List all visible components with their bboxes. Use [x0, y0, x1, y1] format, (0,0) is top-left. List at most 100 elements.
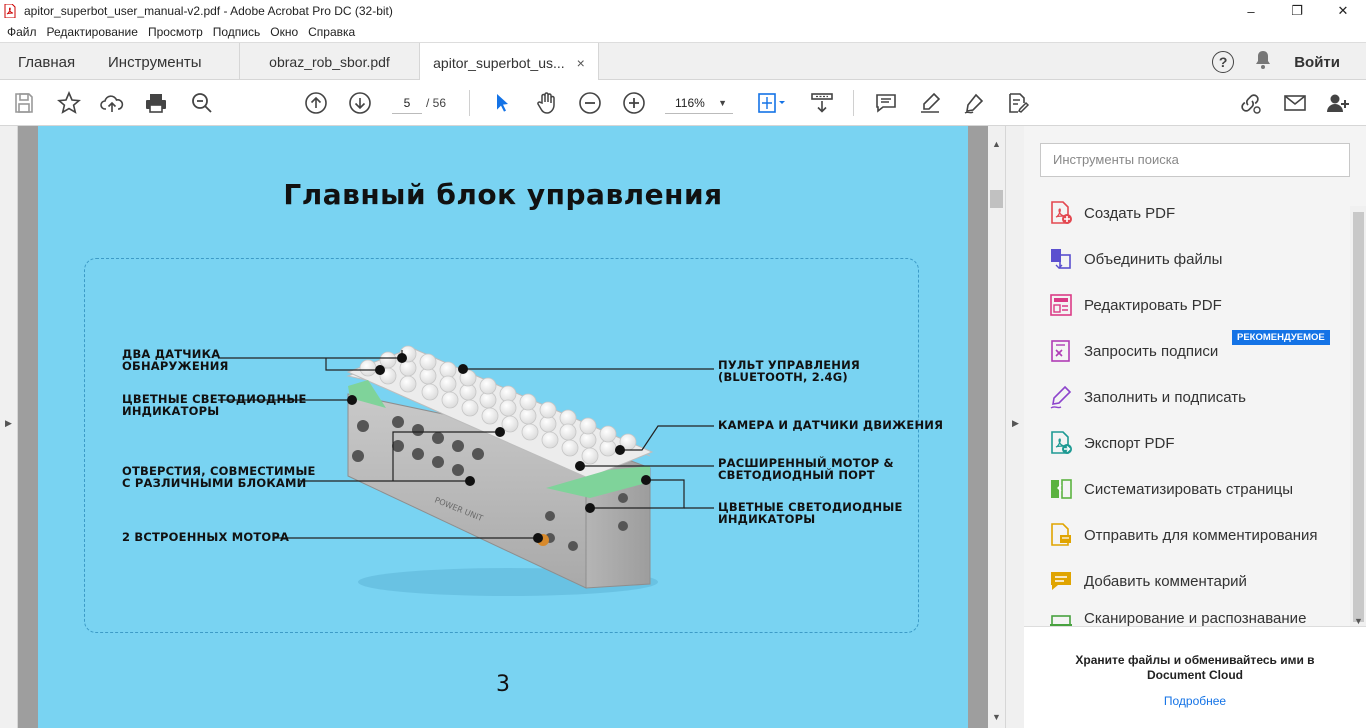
highlight-pen-icon[interactable] [918, 91, 942, 115]
window-title: apitor_superbot_user_manual-v2.pdf - Ado… [24, 4, 393, 18]
comment-icon[interactable] [874, 91, 898, 115]
tab-document-1[interactable]: obraz_rob_sbor.pdf [239, 43, 419, 81]
toolbar-divider [469, 90, 470, 116]
create-pdf-icon [1048, 200, 1074, 226]
tool-label: Объединить файлы [1084, 250, 1223, 268]
bookmark-star-icon[interactable] [57, 90, 81, 115]
tool-scan-ocr[interactable]: Сканирование и распознавание [1048, 612, 1306, 626]
zoom-level-value: 116% [675, 96, 705, 110]
page-number: 3 [496, 672, 510, 697]
scroll-mode-icon[interactable] [810, 91, 834, 115]
tabs-bar: Главная Инструменты obraz_rob_sbor.pdf a… [0, 42, 1366, 82]
menu-window[interactable]: Окно [265, 25, 303, 39]
expand-left-icon[interactable]: ▶ [5, 418, 12, 429]
upload-cloud-icon[interactable] [100, 91, 124, 115]
close-window-button[interactable]: ✕ [1320, 0, 1366, 22]
tool-create-pdf[interactable]: Создать PDF [1048, 198, 1175, 228]
collapse-right-icon[interactable]: ▶ [1012, 418, 1019, 429]
label-color-leds-left: Цветные светодиодные индикаторы [122, 392, 307, 418]
zoom-in-icon[interactable] [622, 91, 646, 115]
combine-files-icon [1048, 246, 1074, 272]
tool-export-pdf[interactable]: Экспорт PDF [1048, 428, 1175, 458]
select-cursor-icon[interactable] [490, 91, 514, 115]
left-panel-toggle[interactable]: ▶ [0, 126, 18, 728]
tool-label: Создать PDF [1084, 204, 1176, 222]
email-envelope-icon[interactable] [1283, 91, 1307, 115]
add-user-icon[interactable] [1326, 91, 1350, 115]
tab-document-2[interactable]: apitor_superbot_us... × [419, 43, 599, 82]
zoom-out-icon[interactable] [578, 91, 602, 115]
tool-request-signatures[interactable]: Запросить подписи [1048, 336, 1218, 366]
menu-help[interactable]: Справка [303, 25, 360, 39]
promo-text: Храните файлы и обменивайтесь ими в Docu… [1075, 653, 1315, 682]
right-panel-toggle[interactable]: ▶ [1005, 126, 1024, 728]
pdf-page: Главный блок управления POWER UNIT ДВА Д… [38, 126, 968, 728]
tool-combine-files[interactable]: Объединить файлы [1048, 244, 1222, 274]
tool-add-comment[interactable]: Добавить комментарий [1048, 566, 1247, 596]
sign-in-button[interactable]: Войти [1294, 54, 1340, 71]
print-icon[interactable] [144, 91, 168, 115]
tab-document-2-label: apitor_superbot_us... [433, 54, 565, 71]
tool-send-for-comments[interactable]: Отправить для комментирования [1048, 520, 1318, 550]
tab-home[interactable]: Главная [18, 43, 75, 81]
edit-pdf-icon [1048, 292, 1074, 318]
menu-edit[interactable]: Редактирование [42, 25, 143, 39]
request-signatures-icon [1048, 338, 1074, 364]
learn-more-link[interactable]: Подробнее [1024, 694, 1366, 708]
zoom-search-icon[interactable] [190, 91, 214, 115]
label-built-in-motors: 2 встроенных мотора [122, 530, 290, 544]
tools-scroll-down-icon[interactable]: ▼ [1354, 616, 1363, 626]
scrollbar-thumb[interactable] [990, 190, 1003, 208]
scroll-up-icon[interactable]: ▲ [992, 139, 1001, 149]
menu-bar: Файл Редактирование Просмотр Подпись Окн… [0, 22, 1366, 42]
fit-page-icon[interactable] [756, 91, 788, 115]
save-icon[interactable] [12, 91, 36, 115]
next-page-icon[interactable] [348, 91, 372, 115]
menu-sign[interactable]: Подпись [208, 25, 266, 39]
document-cloud-promo: Храните файлы и обменивайтесь ими в Docu… [1024, 626, 1366, 728]
menu-file[interactable]: Файл [0, 25, 42, 39]
label-remote-control: Пульт управления (Bluetooth, 2.4G) [718, 358, 860, 384]
previous-page-icon[interactable] [304, 91, 328, 115]
menu-view[interactable]: Просмотр [143, 25, 208, 39]
tab-tools[interactable]: Инструменты [108, 43, 202, 81]
notifications-bell-icon[interactable] [1254, 50, 1272, 75]
document-scrollbar[interactable]: ▲ ▼ [988, 126, 1005, 728]
label-color-leds-right: Цветные светодиодные индикаторы [718, 500, 903, 526]
export-pdf-icon [1048, 430, 1074, 456]
zoom-level-select[interactable]: 116% ▼ [665, 92, 733, 114]
edit-document-icon[interactable] [1006, 91, 1030, 115]
close-tab-icon[interactable]: × [577, 55, 585, 71]
minimize-button[interactable]: – [1228, 0, 1274, 22]
label-extended-motor-port: Расширенный мотор & Светодиодный порт [718, 456, 894, 482]
share-link-icon[interactable] [1238, 91, 1262, 115]
tools-scrollbar[interactable]: ▼ [1350, 206, 1366, 626]
tool-fill-sign[interactable]: Заполнить и подписать [1048, 382, 1246, 412]
tools-panel: Инструменты поиска Создать PDF Объединит… [1024, 126, 1366, 728]
send-comment-icon [1048, 522, 1074, 548]
tool-label: Сканирование и распознавание [1084, 612, 1307, 626]
label-camera-motion: Камера и датчики движения [718, 418, 944, 432]
comment-icon [1048, 568, 1074, 594]
tool-label: Заполнить и подписать [1084, 388, 1246, 406]
tools-search-input[interactable]: Инструменты поиска [1040, 143, 1350, 177]
hand-tool-icon[interactable] [534, 91, 558, 115]
label-compatible-holes: Отверстия, совместимые с различными блок… [122, 464, 316, 490]
tool-label: Отправить для комментирования [1084, 526, 1318, 544]
label-two-sensors: Два датчика обнаружения [122, 347, 229, 373]
tool-label: Запросить подписи [1084, 342, 1219, 360]
tool-organize-pages[interactable]: Систематизировать страницы [1048, 474, 1293, 504]
page-number-input[interactable]: 5 [392, 92, 422, 114]
organize-pages-icon [1048, 476, 1074, 502]
scroll-down-icon[interactable]: ▼ [992, 712, 1001, 722]
acrobat-pdf-icon [4, 3, 16, 19]
tool-label: Редактировать PDF [1084, 296, 1222, 314]
toolbar-divider [853, 90, 854, 116]
tools-scrollbar-thumb[interactable] [1353, 212, 1364, 622]
tool-label: Экспорт PDF [1084, 434, 1175, 452]
maximize-button[interactable]: ❐ [1274, 0, 1320, 22]
help-icon[interactable]: ? [1212, 51, 1235, 73]
tool-edit-pdf[interactable]: Редактировать PDF [1048, 290, 1222, 320]
chevron-down-icon: ▼ [718, 98, 727, 108]
sign-pen-icon[interactable] [962, 91, 986, 115]
